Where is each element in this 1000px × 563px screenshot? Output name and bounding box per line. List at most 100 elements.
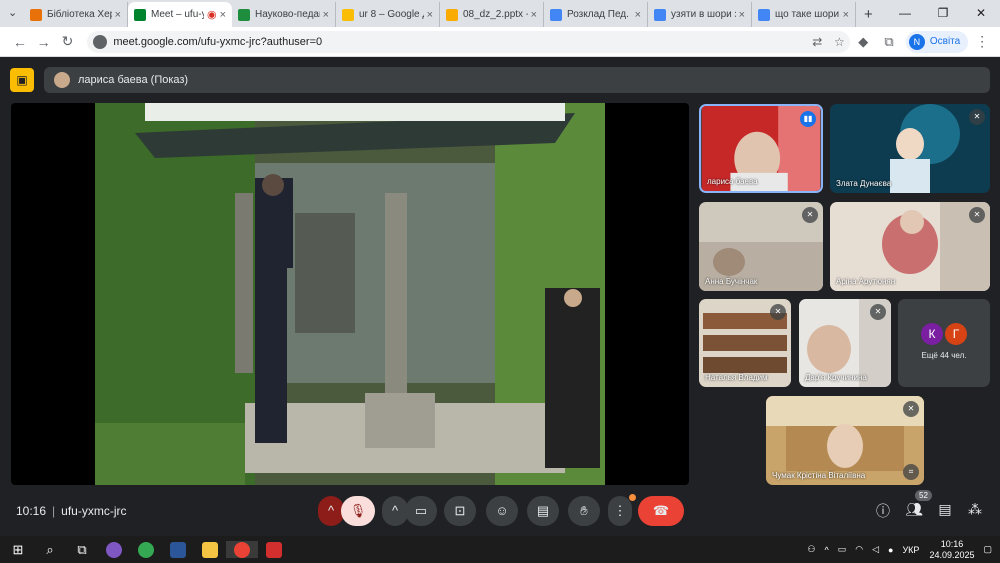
raise-hand-button[interactable]: ✋︎ <box>568 496 600 526</box>
maximize-icon[interactable]: ❐ <box>924 0 962 27</box>
volume-icon[interactable]: ◁ <box>872 544 879 555</box>
more-participants-tile[interactable]: К Г Ещё 44 чел. <box>898 299 990 387</box>
extension-icon[interactable]: ◆ <box>850 34 876 50</box>
app-k-icon[interactable] <box>98 541 130 558</box>
google-favicon-icon <box>758 8 770 21</box>
present-button[interactable]: ⊡ <box>444 496 476 526</box>
tray-chevron-icon[interactable]: ^ <box>825 545 829 555</box>
activities-icon[interactable]: ⁂ <box>964 501 986 518</box>
system-tray: ⚇ ^ ▭ ◠ ◁ ● УКР 10:16 24.09.2025 ▢ <box>798 536 992 563</box>
mic-off-icon: 🎙︎ <box>349 503 367 518</box>
presenter-name: лариса баева (Показ) <box>78 74 189 86</box>
reload-icon[interactable]: ↻ <box>56 33 80 50</box>
meeting-code: ufu-yxmc-jrc <box>61 504 127 518</box>
close-tab-icon[interactable]: × <box>531 9 537 21</box>
minimize-icon[interactable]: — <box>886 0 924 27</box>
windows-start-icon[interactable]: ⊞ <box>2 542 34 558</box>
close-tab-icon[interactable]: × <box>427 9 433 21</box>
sync-icon[interactable]: ● <box>888 545 893 555</box>
participant-name: Дар'я Кручинина <box>805 373 867 382</box>
more-avatars: К Г <box>898 323 990 345</box>
new-tab-icon[interactable]: + <box>864 2 873 27</box>
captions-button[interactable]: ▤ <box>527 496 559 526</box>
speaking-indicator-icon: ▮▮ <box>800 111 816 127</box>
back-icon[interactable]: ← <box>8 34 32 50</box>
crop-icon[interactable]: ⌗ <box>903 464 919 480</box>
tab-title: Бібліотека Херс <box>47 9 112 20</box>
stop-presenting-icon[interactable]: ▣ <box>10 68 34 92</box>
notifications-icon[interactable]: ▢ <box>983 544 992 555</box>
address-bar[interactable]: meet.google.com/ufu-yxmc-jrc?authuser=0 … <box>87 30 851 53</box>
people-tray-icon[interactable]: ⚇ <box>807 544 815 555</box>
meeting-info-icon[interactable]: ⓘ <box>872 501 894 521</box>
browser-tab[interactable]: 08_dz_2.pptx - G× <box>440 2 544 27</box>
participant-tile[interactable]: ✕ Наталья Владим <box>699 299 791 387</box>
browser-tab[interactable]: Розклад Пед. па× <box>544 2 648 27</box>
search-icon[interactable]: ⌕ <box>34 542 66 558</box>
browser-tab-active[interactable]: Meet – ufu-yx◉× <box>128 2 232 27</box>
language-indicator[interactable]: УКР <box>902 545 919 555</box>
word-icon[interactable] <box>162 541 194 558</box>
participant-name: Чумак Крістіна Віталіївна <box>772 471 866 480</box>
browser-tab[interactable]: що таке шори - × <box>752 2 856 27</box>
close-tab-icon[interactable]: × <box>843 9 849 21</box>
close-window-icon[interactable]: ✕ <box>962 0 1000 27</box>
more-options-button[interactable]: ⋮ <box>608 496 632 526</box>
captions-icon: ▤ <box>536 503 550 518</box>
participant-tile[interactable]: ✕ Дар'я Кручинина <box>799 299 891 387</box>
chrome-icon[interactable] <box>130 541 162 558</box>
browser-toolbar: ← → ↻ meet.google.com/ufu-yxmc-jrc?authu… <box>0 27 1000 57</box>
mic-off-button[interactable]: 🎙︎ <box>341 496 375 526</box>
forward-icon[interactable]: → <box>32 34 56 50</box>
clock[interactable]: 10:16 24.09.2025 <box>929 539 974 561</box>
site-info-icon[interactable] <box>93 34 108 49</box>
wifi-icon[interactable]: ◠ <box>855 544 863 555</box>
divider: | <box>52 504 56 518</box>
leave-call-button[interactable]: ☎︎ <box>638 496 684 526</box>
bookmark-star-icon[interactable]: ☆ <box>828 35 850 49</box>
windows-taskbar: ⊞ ⌕ ⧉ ⚇ ^ ▭ ◠ ◁ ● УКР 10:16 24.09.2025 ▢ <box>0 536 1000 563</box>
tab-list-icon[interactable]: ⌄ <box>8 6 17 19</box>
camera-button[interactable]: ▭ <box>405 496 437 526</box>
participant-tile[interactable]: ✕ Злата Дунаєва <box>830 104 990 193</box>
close-tab-icon[interactable]: × <box>739 9 745 21</box>
reactions-button[interactable]: ☺ <box>486 496 518 526</box>
close-tab-icon[interactable]: × <box>323 9 329 21</box>
tab-title: Meet – ufu-yx <box>151 9 204 20</box>
close-tab-icon[interactable]: × <box>635 9 641 21</box>
browser-tab[interactable]: Науково-педаго× <box>232 2 336 27</box>
participants-count-badge: 52 <box>915 490 932 501</box>
mic-off-icon: ✕ <box>802 207 818 223</box>
participant-tile[interactable]: ▮▮ лариса баева <box>699 104 823 193</box>
url-text[interactable]: meet.google.com/ufu-yxmc-jrc?authuser=0 <box>113 36 806 48</box>
acrobat-icon[interactable] <box>258 541 290 558</box>
chrome-active-icon[interactable] <box>226 541 258 558</box>
more-vert-icon: ⋮ <box>613 503 627 518</box>
participant-tile[interactable]: ✕ ⌗ Чумак Крістіна Віталіївна <box>766 396 924 485</box>
profile-button[interactable]: N Освіта <box>905 30 969 53</box>
people-icon[interactable]: 👥︎ <box>903 501 925 518</box>
battery-icon[interactable]: ▭ <box>838 544 847 555</box>
mic-off-icon: ✕ <box>969 109 985 125</box>
browser-tab[interactable]: узяти в шори зн× <box>648 2 752 27</box>
browser-menu-icon[interactable]: ⋮ <box>972 33 992 50</box>
file-explorer-icon[interactable] <box>194 541 226 558</box>
chat-icon[interactable]: ▤ <box>934 501 956 518</box>
browser-tab[interactable]: ur 8 – Google Ди× <box>336 2 440 27</box>
presentation-video[interactable] <box>11 103 689 485</box>
tab-title: 08_dz_2.pptx - G <box>463 9 528 20</box>
meet-favicon-icon <box>134 8 146 21</box>
extensions-puzzle-icon[interactable]: ⧉ <box>876 34 902 50</box>
participant-name: Злата Дунаєва <box>836 179 892 188</box>
browser-tab[interactable]: Бібліотека Херс× <box>24 2 128 27</box>
docs-favicon-icon <box>550 8 562 21</box>
participant-tile[interactable]: ✕ Анна Бучінчак <box>699 202 823 291</box>
more-participants-label: Ещё 44 чел. <box>921 351 967 360</box>
participant-tile[interactable]: ✕ Аріна Арутюнян <box>830 202 990 291</box>
hang-up-icon: ☎︎ <box>652 503 670 518</box>
translate-icon[interactable]: ⇄ <box>806 35 828 49</box>
close-tab-icon[interactable]: × <box>115 9 121 21</box>
notification-dot <box>629 494 636 501</box>
close-tab-icon[interactable]: × <box>220 9 226 21</box>
task-view-icon[interactable]: ⧉ <box>66 542 98 558</box>
